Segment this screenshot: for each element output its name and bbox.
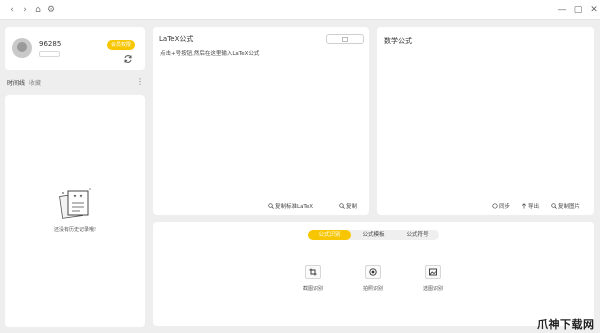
copy-latex-button[interactable]: 复制: [339, 202, 357, 210]
maximize-icon[interactable]: ▢: [572, 4, 584, 16]
timeline-header: 时间线 收藏: [7, 78, 41, 87]
export-button[interactable]: 导出: [521, 202, 539, 210]
crop-icon: [309, 268, 317, 276]
export-label: 导出: [528, 204, 540, 210]
sync-icon: [492, 203, 498, 209]
search-icon: [268, 203, 274, 209]
image-icon: [429, 268, 437, 276]
minimize-icon[interactable]: —: [556, 4, 568, 16]
tool-box: [365, 265, 381, 279]
copy-standard-label: 复制标准LaTeX: [275, 204, 314, 210]
sync-button[interactable]: 同步: [492, 202, 510, 210]
more-icon[interactable]: ⋮: [136, 77, 144, 87]
search-icon: [339, 203, 345, 209]
watermark: 爪神下载网: [537, 318, 595, 331]
close-icon[interactable]: ✕: [588, 4, 600, 16]
home-icon[interactable]: ⌂: [32, 4, 44, 16]
search-icon: [551, 203, 557, 209]
export-icon: [521, 203, 527, 209]
mode-tabs: 公式识别 公式模板 公式符号: [308, 230, 439, 240]
add-icon: [342, 37, 348, 42]
tab-formula-templates[interactable]: 公式模板: [352, 230, 395, 240]
camera-icon: [369, 268, 377, 276]
latex-panel-title: LaTeX公式: [159, 35, 194, 43]
add-formula-button[interactable]: [326, 34, 364, 44]
tool-label: 截图识别: [302, 286, 323, 292]
copy-image-label: 复制图片: [558, 204, 581, 210]
back-icon[interactable]: ‹: [6, 4, 18, 16]
refresh-icon[interactable]: [123, 54, 133, 64]
settings-icon[interactable]: ⚙: [45, 4, 57, 16]
latex-hint[interactable]: 点击+号按钮,然后在这里输入LaTeX公式: [160, 49, 259, 57]
tool-label: 拍照识别: [362, 286, 383, 292]
sync-label: 同步: [499, 204, 511, 210]
tab-timeline[interactable]: 时间线: [7, 80, 25, 87]
tool-box: [305, 265, 321, 279]
tool-label: 选图识别: [422, 286, 443, 292]
tab-formula-symbols[interactable]: 公式符号: [396, 230, 439, 240]
vip-badge[interactable]: 会员权限: [107, 40, 135, 50]
user-id: 96285: [39, 40, 62, 48]
tool-box: [425, 265, 441, 279]
empty-document-icon: [59, 188, 91, 219]
copy-image-button[interactable]: 复制图片: [551, 202, 580, 210]
tab-favorites[interactable]: 收藏: [29, 80, 41, 87]
title-bar: ‹ › ⌂ ⚙ — ▢ ✕: [0, 0, 600, 20]
math-panel: [377, 27, 594, 215]
forward-icon[interactable]: ›: [19, 4, 31, 16]
avatar[interactable]: [12, 38, 32, 58]
empty-message: 还没有历史记录哦!: [53, 227, 96, 233]
math-panel-title: 数学公式: [384, 37, 412, 45]
tab-formula-recognition[interactable]: 公式识别: [308, 230, 351, 240]
copy-label: 复制: [346, 204, 358, 210]
copy-standard-latex-button[interactable]: 复制标准LaTeX: [268, 202, 313, 210]
user-tag: [39, 51, 60, 57]
